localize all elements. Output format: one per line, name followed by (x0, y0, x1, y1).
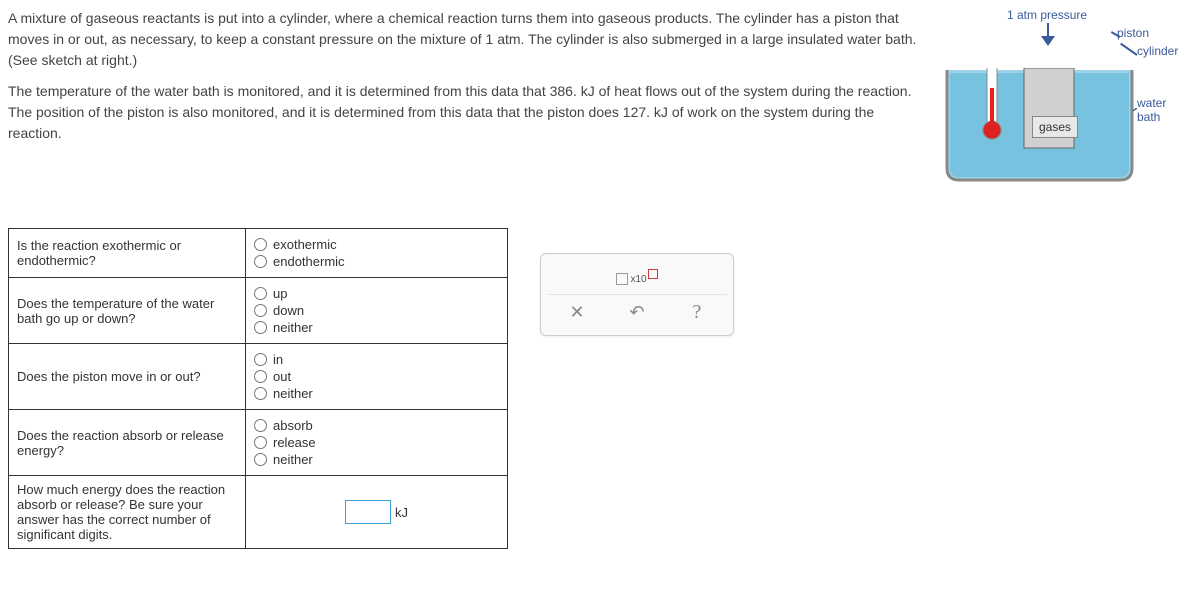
q1-opt-exothermic[interactable] (254, 238, 267, 251)
undo-icon: ↶ (629, 302, 644, 323)
apparatus-diagram: 1 atm pressure piston cylinder water bat… (942, 8, 1192, 188)
question-4-options: absorb release neither (246, 410, 508, 476)
q1-opt-endothermic-label: endothermic (273, 254, 345, 269)
q3-opt-in[interactable] (254, 353, 267, 366)
q4-opt-release-label: release (273, 435, 316, 450)
cylinder-leader (1120, 43, 1138, 56)
q3-opt-out-label: out (273, 369, 291, 384)
q3-opt-neither-label: neither (273, 386, 313, 401)
q2-opt-down-label: down (273, 303, 304, 318)
help-button[interactable]: ? (682, 298, 712, 326)
q2-opt-up[interactable] (254, 287, 267, 300)
piston-label: piston (1117, 26, 1149, 40)
q3-opt-neither[interactable] (254, 387, 267, 400)
question-3-options: in out neither (246, 344, 508, 410)
q1-opt-endothermic[interactable] (254, 255, 267, 268)
q3-opt-in-label: in (273, 352, 283, 367)
cylinder-label: cylinder (1137, 44, 1178, 58)
undo-button[interactable]: ↶ (622, 298, 652, 326)
q4-opt-release[interactable] (254, 436, 267, 449)
answer-toolbar: x10 ✕ ↶ ? (540, 253, 734, 336)
q2-opt-down[interactable] (254, 304, 267, 317)
question-5: How much energy does the reaction absorb… (9, 476, 246, 549)
question-2: Does the temperature of the water bath g… (9, 278, 246, 344)
pressure-label: 1 atm pressure (1007, 8, 1087, 22)
description-paragraph-2: The temperature of the water bath is mon… (8, 81, 922, 144)
question-1-options: exothermic endothermic (246, 229, 508, 278)
question-5-input-cell: kJ (246, 476, 508, 549)
energy-unit: kJ (395, 505, 408, 520)
q4-opt-neither[interactable] (254, 453, 267, 466)
question-table: Is the reaction exothermic or endothermi… (8, 228, 508, 549)
x-icon: ✕ (569, 302, 584, 323)
q1-opt-exothermic-label: exothermic (273, 237, 337, 252)
clear-button[interactable]: ✕ (562, 298, 592, 326)
energy-value-input[interactable] (345, 500, 391, 524)
q2-opt-up-label: up (273, 286, 287, 301)
q4-opt-absorb-label: absorb (273, 418, 313, 433)
waterbath-label: water bath (1137, 96, 1192, 124)
question-4: Does the reaction absorb or release ener… (9, 410, 246, 476)
question-1: Is the reaction exothermic or endothermi… (9, 229, 246, 278)
q3-opt-out[interactable] (254, 370, 267, 383)
arrow-down-icon (1041, 36, 1055, 46)
sci-notation-button[interactable]: x10 (622, 263, 652, 291)
question-icon: ? (693, 301, 702, 324)
question-3: Does the piston move in or out? (9, 344, 246, 410)
gases-label: gases (1032, 116, 1078, 138)
q4-opt-absorb[interactable] (254, 419, 267, 432)
problem-description: A mixture of gaseous reactants is put in… (8, 8, 922, 154)
q2-opt-neither-label: neither (273, 320, 313, 335)
description-paragraph-1: A mixture of gaseous reactants is put in… (8, 8, 922, 71)
question-2-options: up down neither (246, 278, 508, 344)
q4-opt-neither-label: neither (273, 452, 313, 467)
q2-opt-neither[interactable] (254, 321, 267, 334)
